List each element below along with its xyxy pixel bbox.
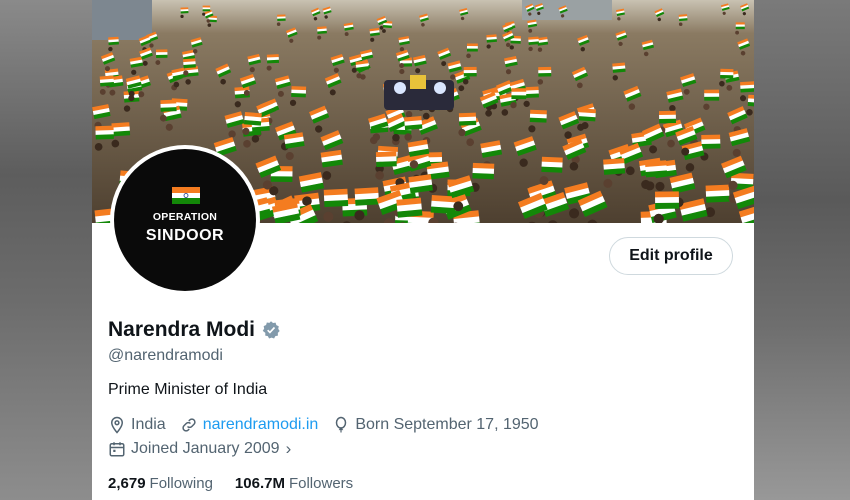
birthday-text: Born September 17, 1950 — [355, 416, 539, 433]
joined-text: Joined January 2009 — [131, 440, 280, 457]
edit-profile-button[interactable]: Edit profile — [609, 237, 733, 275]
background-blur-right — [754, 0, 850, 500]
profile-card: OPERATION SINDOOR Edit profile Narendra … — [92, 0, 754, 500]
display-name: Narendra Modi — [108, 318, 256, 341]
balloon-icon — [336, 416, 347, 433]
chevron-right-icon[interactable]: › — [286, 439, 292, 459]
avatar-line2: SINDOOR — [145, 227, 225, 244]
website-link[interactable]: narendramodi.in — [203, 416, 319, 434]
verified-badge-icon[interactable] — [261, 320, 281, 340]
name-row: Narendra Modi — [108, 318, 281, 342]
india-flag-icon — [172, 187, 200, 204]
profile-bio: Prime Minister of India — [108, 381, 268, 398]
follow-stats: 2,679 Following 106.7M Followers — [108, 475, 375, 492]
following-label: Following — [149, 475, 213, 492]
location-text: India — [131, 416, 166, 433]
background-blur-left — [0, 0, 92, 500]
website-item[interactable]: narendramodi.in — [180, 416, 319, 434]
profile-meta: India narendramodi.in Born September 17,… — [108, 416, 553, 434]
avatar-image: OPERATION SINDOOR — [114, 149, 256, 291]
followers-count: 106.7M — [234, 475, 285, 492]
user-handle: @narendramodi — [108, 347, 223, 364]
followers-stat[interactable]: 106.7M Followers — [235, 475, 353, 492]
calendar-icon — [109, 442, 125, 457]
link-icon — [182, 418, 196, 432]
location-item: India — [108, 416, 166, 434]
birthday-item: Born September 17, 1950 — [332, 416, 539, 434]
following-count: 2,679 — [108, 475, 146, 492]
avatar-line1: OPERATION — [152, 211, 218, 223]
profile-avatar[interactable]: OPERATION SINDOOR — [110, 145, 260, 295]
followers-label: Followers — [288, 475, 354, 492]
location-pin-icon — [110, 416, 124, 434]
joined-item: Joined January 2009 › — [108, 439, 291, 459]
following-stat[interactable]: 2,679 Following — [108, 475, 213, 492]
